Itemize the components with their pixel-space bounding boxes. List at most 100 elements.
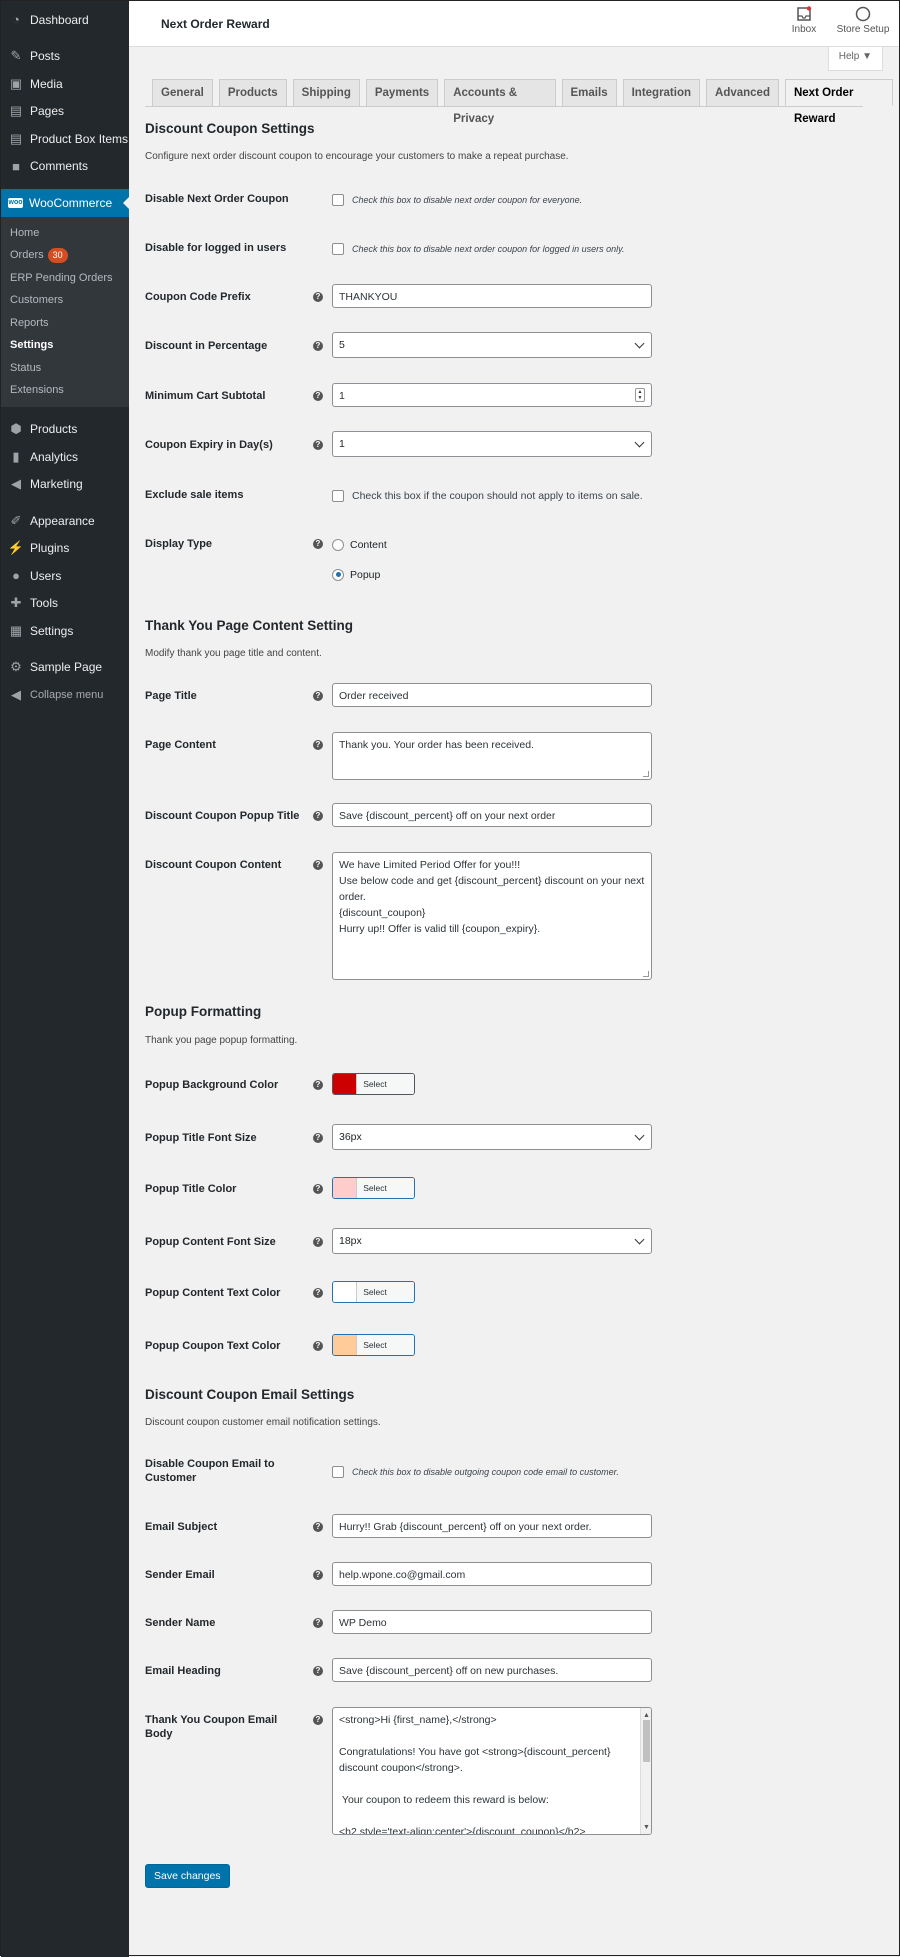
menu-sample-page[interactable]: ⚙ Sample Page [1, 654, 129, 682]
help-tip-icon[interactable]: ? [313, 691, 323, 701]
tab-payments[interactable]: Payments [365, 79, 439, 106]
disable-next-order-checkbox[interactable] [332, 193, 344, 206]
menu-product-box-items[interactable]: ▤ Product Box Items [1, 125, 129, 153]
submenu-erp-pending-orders[interactable]: ERP Pending Orders [1, 267, 129, 290]
tab-products[interactable]: Products [218, 79, 287, 106]
submenu-orders[interactable]: Orders 30 [1, 244, 129, 267]
email-subject-input[interactable]: Hurry!! Grab {discount_percent} off on y… [332, 1514, 652, 1538]
menu-pages[interactable]: ▤ Pages [1, 98, 129, 126]
email-heading-input[interactable]: Save {discount_percent} off on new purch… [332, 1658, 652, 1682]
coupon-expiry-select[interactable]: 1 [332, 431, 652, 457]
popup-title-color-picker[interactable]: Select Color [332, 1177, 415, 1199]
color-swatch [333, 1178, 357, 1198]
section-title-popup: Popup Formatting [145, 1004, 262, 1019]
collapse-menu-button[interactable]: ◀ Collapse menu [1, 681, 129, 709]
help-button[interactable]: Help ▼ [827, 47, 883, 71]
popup-coupon-color-picker[interactable]: Select Color [332, 1334, 415, 1356]
number-spinner[interactable]: ▲ ▼ [635, 388, 645, 402]
page-content-textarea[interactable]: Thank you. Your order has been received. [332, 732, 652, 780]
sender-email-input[interactable]: help.wpone.co@gmail.com [332, 1562, 652, 1586]
submenu-status[interactable]: Status [1, 357, 129, 380]
menu-analytics[interactable]: ▮ Analytics [1, 443, 129, 471]
help-tip-icon[interactable]: ? [313, 1570, 323, 1580]
color-swatch [333, 1282, 357, 1302]
menu-woocommerce[interactable]: woo WooCommerce [1, 189, 129, 217]
page-title-input[interactable]: Order received [332, 683, 652, 707]
tab-shipping[interactable]: Shipping [292, 79, 360, 106]
submenu-extensions[interactable]: Extensions [1, 379, 129, 402]
menu-media[interactable]: ▣ Media [1, 70, 129, 98]
help-tip-icon[interactable]: ? [313, 1184, 323, 1194]
resize-handle[interactable] [643, 771, 649, 777]
disable-coupon-email-checkbox[interactable] [332, 1465, 344, 1478]
popup-title-input[interactable]: Save {discount_percent} off on your next… [332, 803, 652, 827]
tab-integration[interactable]: Integration [622, 79, 701, 106]
popup-title-size-select[interactable]: 36px [332, 1124, 652, 1150]
resize-handle[interactable] [643, 971, 649, 977]
store-setup-button[interactable]: Store Setup [833, 6, 893, 35]
coupon-prefix-input[interactable]: THANKYOU [332, 284, 652, 308]
exclude-sale-checkbox[interactable] [332, 489, 344, 502]
row-popup-title-size: Popup Title Font Size ? 36px [145, 1124, 865, 1150]
help-tip-icon[interactable]: ? [313, 811, 323, 821]
row-popup-content-size: Popup Content Font Size ? 18px [145, 1228, 865, 1254]
menu-comments[interactable]: ■ Comments [1, 153, 129, 181]
scroll-down-icon[interactable]: ▼ [641, 1820, 651, 1831]
help-tip-icon[interactable]: ? [313, 440, 323, 450]
textarea-scrollbar[interactable]: ▲ ▼ [640, 1708, 651, 1834]
menu-appearance[interactable]: ✐ Appearance [1, 507, 129, 535]
menu-settings[interactable]: ▦ Settings [1, 617, 129, 645]
menu-posts[interactable]: ✎ Posts [1, 43, 129, 71]
display-popup-radio[interactable] [332, 568, 344, 581]
save-changes-button[interactable]: Save changes [145, 1864, 230, 1888]
menu-products[interactable]: ⬢ Products [1, 416, 129, 444]
display-content-radio[interactable] [332, 538, 344, 551]
help-tip-icon[interactable]: ? [313, 1288, 323, 1298]
help-tip-icon[interactable]: ? [313, 1666, 323, 1676]
tab-emails[interactable]: Emails [561, 79, 617, 106]
help-tip-icon[interactable]: ? [313, 740, 323, 750]
tab-accounts-privacy[interactable]: Accounts & Privacy [444, 79, 556, 125]
popup-content-size-select[interactable]: 18px [332, 1228, 652, 1254]
top-bar: Next Order Reward Inbox Store Setup [129, 1, 899, 47]
tab-next-order-reward[interactable]: Next Order Reward [784, 79, 893, 125]
help-tip-icon[interactable]: ? [313, 1522, 323, 1532]
help-tip-icon[interactable]: ? [313, 539, 323, 549]
popup-content-color-picker[interactable]: Select Color [332, 1281, 415, 1303]
email-body-textarea[interactable]: <strong>Hi {first_name},</strong> Congra… [332, 1707, 652, 1835]
discount-percent-select[interactable]: 5 [332, 332, 652, 358]
help-tip-icon[interactable]: ? [313, 860, 323, 870]
popup-bg-color-picker[interactable]: Select Color [332, 1073, 415, 1095]
help-tip-icon[interactable]: ? [313, 1341, 323, 1351]
submenu-customers[interactable]: Customers [1, 289, 129, 312]
color-swatch [333, 1074, 357, 1094]
submenu-settings[interactable]: Settings [1, 334, 129, 357]
min-cart-input[interactable]: 1 ▲ ▼ [332, 383, 652, 407]
submenu-reports[interactable]: Reports [1, 312, 129, 335]
help-tip-icon[interactable]: ? [313, 292, 323, 302]
inbox-button[interactable]: Inbox [779, 6, 829, 35]
help-tip-icon[interactable]: ? [313, 1618, 323, 1628]
help-tip-icon[interactable]: ? [313, 1715, 323, 1725]
disable-logged-in-checkbox[interactable] [332, 242, 344, 255]
menu-marketing[interactable]: ◀ Marketing [1, 471, 129, 499]
menu-users[interactable]: ● Users [1, 562, 129, 590]
submenu-home[interactable]: Home [1, 222, 129, 245]
help-tip-icon[interactable]: ? [313, 391, 323, 401]
section-title-email: Discount Coupon Email Settings [145, 1387, 355, 1402]
help-tip-icon[interactable]: ? [313, 1237, 323, 1247]
menu-dashboard[interactable]: ◔ Dashboard [1, 6, 129, 34]
tab-advanced[interactable]: Advanced [706, 79, 779, 106]
help-tip-icon[interactable]: ? [313, 341, 323, 351]
tab-general[interactable]: General [152, 79, 213, 106]
menu-plugins[interactable]: ⚡ Plugins [1, 535, 129, 563]
sender-name-input[interactable]: WP Demo [332, 1610, 652, 1634]
help-tip-icon[interactable]: ? [313, 1080, 323, 1090]
menu-tools[interactable]: ✚ Tools [1, 590, 129, 618]
scrollbar-thumb[interactable] [643, 1720, 650, 1762]
coupon-content-textarea[interactable]: We have Limited Period Offer for you!!! … [332, 852, 652, 980]
scroll-up-icon[interactable]: ▲ [641, 1708, 651, 1719]
wrench-icon: ✚ [10, 595, 22, 611]
woocommerce-submenu: Home Orders 30 ERP Pending Orders Custome… [1, 216, 129, 407]
help-tip-icon[interactable]: ? [313, 1133, 323, 1143]
